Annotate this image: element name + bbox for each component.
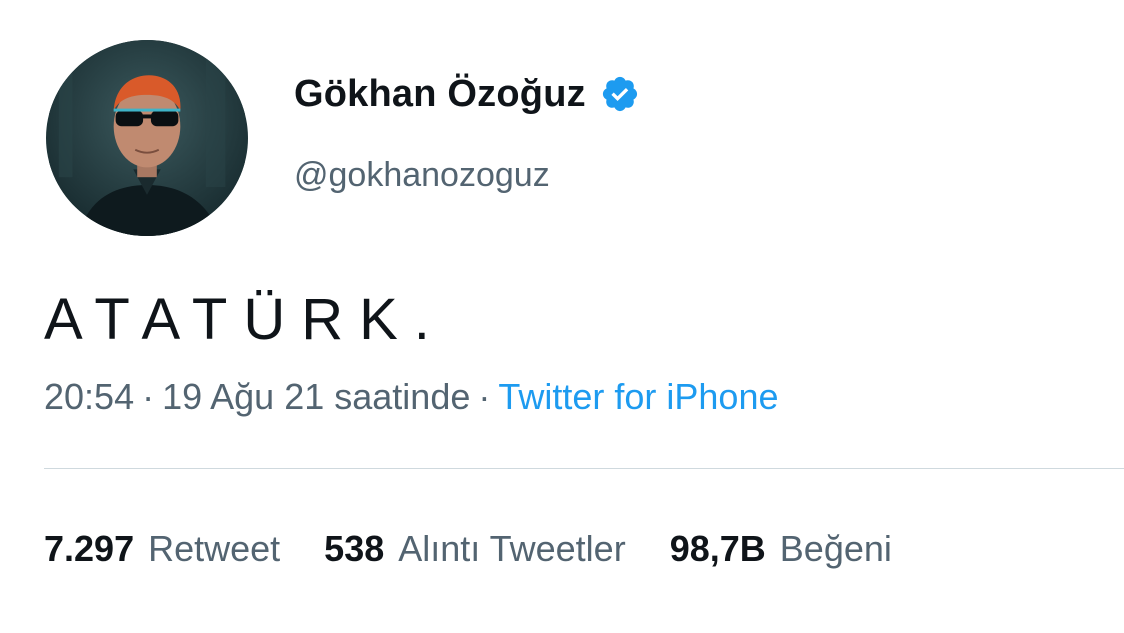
retweet-label: Retweet <box>148 528 281 569</box>
author-name-row[interactable]: Gökhan Özoğuz <box>294 66 640 122</box>
quote-label: Alıntı Tweetler <box>398 528 626 569</box>
tweet-timestamp[interactable]: 20:54 · 19 Ağu 21 saatinde <box>44 376 470 417</box>
avatar[interactable] <box>46 40 248 236</box>
author-handle[interactable]: @gokhanozoguz <box>294 156 550 195</box>
tweet-source-link[interactable]: Twitter for iPhone <box>498 376 778 417</box>
quote-count: 538 <box>324 528 385 569</box>
likes-stat[interactable]: 98,7B Beğeni <box>670 528 892 570</box>
divider <box>44 468 1124 469</box>
meta-separator: · <box>142 376 155 417</box>
display-name[interactable]: Gökhan Özoğuz <box>294 73 586 116</box>
retweet-count: 7.297 <box>44 528 135 569</box>
tweet-time: 20:54 <box>44 376 135 417</box>
tweet-detail: Gökhan Özoğuz @gokhanozoguz ATATÜRK. 20:… <box>0 0 1124 633</box>
tweet-date: 19 Ağu 21 saatinde <box>162 376 471 417</box>
quote-tweets-stat[interactable]: 538 Alıntı Tweetler <box>324 528 626 570</box>
verified-badge-icon <box>600 74 640 114</box>
avatar-image <box>49 40 245 236</box>
tweet-text: ATATÜRK. <box>44 287 446 352</box>
tweet-meta: 20:54 · 19 Ağu 21 saatinde · Twitter for iPh… <box>44 376 779 418</box>
retweets-stat[interactable]: 7.297 Retweet <box>44 528 280 570</box>
tweet-stats: 7.297 Retweet 538 Alıntı Tweetler 98,7B … <box>44 528 892 570</box>
meta-separator: · <box>478 376 491 417</box>
like-count: 98,7B <box>669 528 766 569</box>
like-label: Beğeni <box>779 528 892 569</box>
